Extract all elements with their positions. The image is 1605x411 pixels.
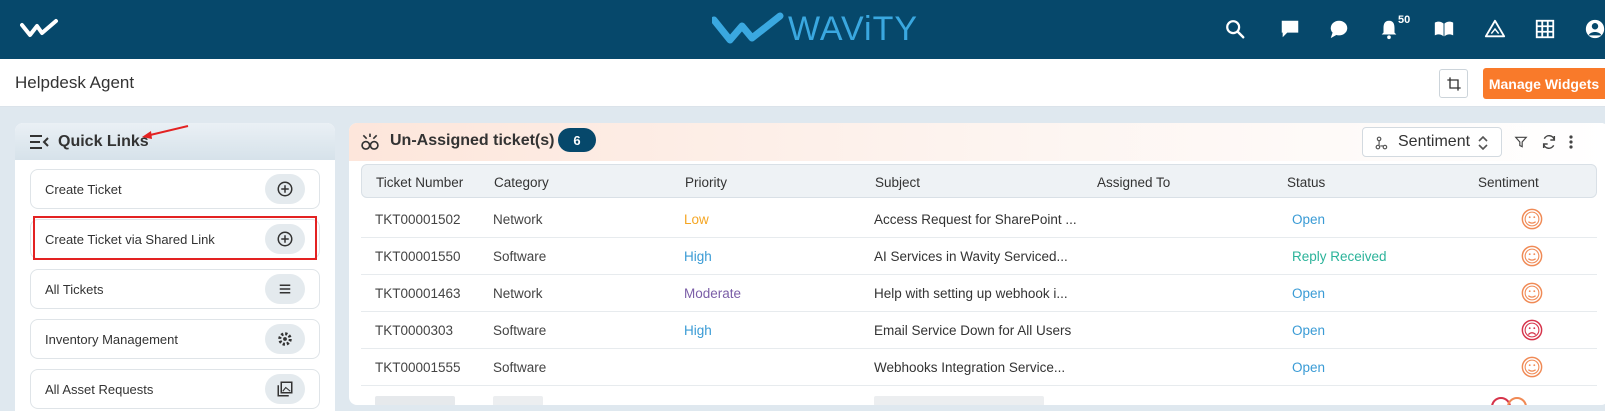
subject-cell[interactable]: Access Request for SharePoint ... — [874, 212, 1077, 227]
quick-link-label: Create Ticket — [45, 181, 122, 197]
grid-apps-icon[interactable] — [1532, 16, 1558, 42]
neutral-face-icon — [1521, 282, 1543, 304]
crop-button[interactable] — [1439, 69, 1468, 98]
table-row-partial[interactable] — [361, 386, 1597, 405]
category-cell: Software — [493, 249, 547, 264]
status-cell: Reply Received — [1292, 249, 1387, 264]
status-cell: Open — [1292, 323, 1326, 338]
column-header[interactable]: Ticket Number — [376, 175, 463, 190]
nodes-icon — [1375, 136, 1388, 150]
search-icon[interactable] — [1222, 16, 1248, 42]
quick-link-label: All Asset Requests — [45, 381, 154, 397]
column-header[interactable]: Category — [494, 175, 549, 190]
status-cell: Open — [1292, 360, 1326, 375]
notification-count: 50 — [1398, 14, 1411, 26]
table-row[interactable]: TKT0000303 Software High Email Service Down… — [361, 312, 1597, 349]
column-header[interactable]: Status — [1287, 175, 1325, 190]
quick-link-label: All Tickets — [45, 281, 104, 297]
neutral-face-icon — [1521, 245, 1543, 267]
neutral-face-icon — [1521, 356, 1543, 378]
binoculars-icon — [361, 133, 379, 150]
book-icon[interactable] — [1431, 16, 1457, 42]
warning-triangle-icon[interactable] — [1482, 16, 1508, 42]
table-row[interactable]: TKT00001502 Network Low Access Request for … — [361, 201, 1597, 238]
status-cell: Open — [1292, 212, 1326, 227]
sentiment-faces-icon — [1491, 397, 1527, 405]
message-square-icon[interactable] — [1277, 16, 1303, 42]
ticket-number-cell[interactable]: TKT00001550 — [375, 249, 461, 264]
category-cell: Network — [493, 286, 543, 301]
brand-logo: WAViTY — [712, 8, 918, 50]
table-row[interactable]: TKT00001550 Software High AI Services in Wa… — [361, 238, 1597, 275]
top-nav-bar: WAViTY 50 — [0, 0, 1605, 59]
neutral-face-icon — [1521, 208, 1543, 230]
sort-select[interactable]: Sentiment — [1362, 127, 1502, 157]
tickets-header: Un-Assigned ticket(s) 6 Sentiment — [349, 123, 1605, 161]
more-options-icon[interactable] — [1568, 134, 1574, 150]
priority-cell: Low — [684, 212, 709, 227]
table-header: Ticket Number Category Priority Subject … — [361, 164, 1597, 198]
category-cell: Software — [493, 323, 547, 338]
table-row[interactable]: TKT00001463 Network Moderate Help with sett… — [361, 275, 1597, 312]
gear-icon[interactable] — [265, 324, 305, 354]
filter-icon[interactable] — [1514, 135, 1528, 149]
plus-circle-icon[interactable] — [265, 174, 305, 204]
gallery-icon[interactable] — [265, 374, 305, 404]
table-row[interactable]: TKT00001555 Software Webhooks Integration … — [361, 349, 1597, 386]
unassigned-tickets-panel: Un-Assigned ticket(s) 6 Sentiment Ticket… — [349, 123, 1605, 405]
menu-lines-icon[interactable] — [265, 274, 305, 304]
sad-face-icon — [1521, 319, 1543, 341]
quick-links-panel: Quick Links Create Ticket Create Ticket … — [15, 123, 335, 411]
annotation-arrow-icon — [142, 125, 189, 139]
priority-cell: High — [684, 323, 712, 338]
wavity-logo-icon[interactable] — [20, 17, 60, 41]
menu-collapse-icon[interactable] — [29, 134, 49, 150]
refresh-icon[interactable] — [1541, 134, 1557, 150]
quick-link-inventory[interactable]: Inventory Management — [30, 319, 320, 359]
category-cell: Software — [493, 360, 547, 375]
cut-off-row-text — [874, 396, 1044, 405]
ticket-number-cell[interactable]: TKT00001502 — [375, 212, 461, 227]
category-cell: Network — [493, 212, 543, 227]
manage-widgets-button[interactable]: Manage Widgets — [1483, 68, 1605, 99]
ticket-count-badge: 6 — [558, 128, 596, 152]
column-header[interactable]: Assigned To — [1097, 175, 1170, 190]
subject-cell[interactable]: Help with setting up webhook i... — [874, 286, 1068, 301]
ticket-number-cell[interactable]: TKT00001463 — [375, 286, 461, 301]
quick-link-label: Inventory Management — [45, 331, 178, 347]
crop-icon — [1446, 76, 1461, 91]
brand-mark-icon — [712, 12, 784, 44]
priority-cell: High — [684, 249, 712, 264]
page-title: Helpdesk Agent — [15, 73, 135, 92]
quick-link-create-ticket[interactable]: Create Ticket — [30, 169, 320, 209]
ticket-number-cell[interactable]: TKT0000303 — [375, 323, 453, 338]
subject-cell[interactable]: AI Services in Wavity Serviced... — [874, 249, 1068, 264]
user-avatar-icon[interactable] — [1582, 16, 1605, 42]
tickets-title: Un-Assigned ticket(s) — [390, 132, 555, 149]
subject-cell[interactable]: Webhooks Integration Service... — [874, 360, 1065, 375]
quick-link-all-tickets[interactable]: All Tickets — [30, 269, 320, 309]
highlight-box — [33, 216, 317, 260]
quick-link-asset-requests[interactable]: All Asset Requests — [30, 369, 320, 409]
column-header[interactable]: Priority — [685, 175, 727, 190]
subject-cell[interactable]: Email Service Down for All Users — [874, 323, 1071, 338]
cut-off-row-text — [375, 396, 455, 405]
page-header: Helpdesk Agent Manage Widgets — [0, 59, 1605, 107]
quick-links-title: Quick Links — [58, 132, 149, 150]
priority-cell: Moderate — [684, 286, 742, 301]
status-cell: Open — [1292, 286, 1326, 301]
sort-select-value: Sentiment — [1398, 133, 1471, 150]
chat-bubble-icon[interactable] — [1326, 16, 1352, 42]
cut-off-row-text — [493, 396, 543, 405]
column-header[interactable]: Subject — [875, 175, 920, 190]
chevron-updown-icon — [1478, 136, 1488, 150]
ticket-number-cell[interactable]: TKT00001555 — [375, 360, 461, 375]
brand-name: WAViTY — [788, 9, 919, 48]
column-header[interactable]: Sentiment — [1478, 175, 1539, 190]
